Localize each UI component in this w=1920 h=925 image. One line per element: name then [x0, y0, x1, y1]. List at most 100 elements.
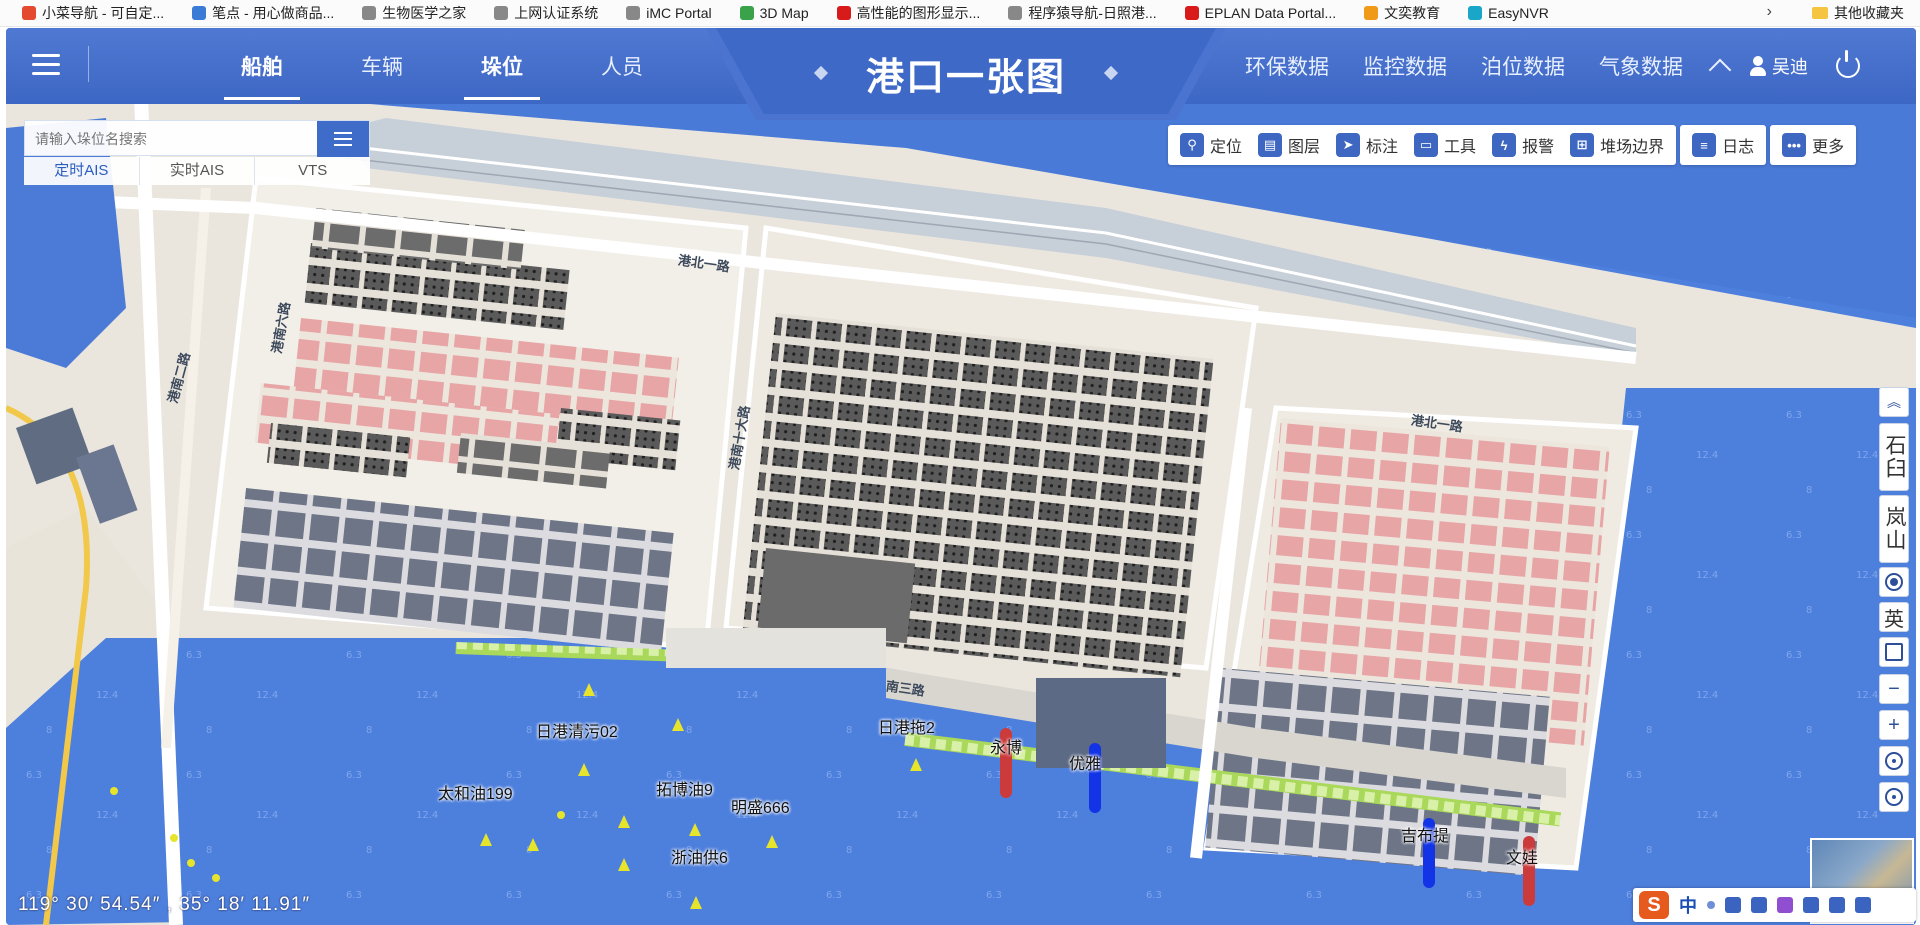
language-label: 英	[1884, 608, 1904, 631]
toolbar-group-log: ≡ 日志	[1680, 125, 1767, 165]
zoom-in-button[interactable]: +	[1879, 710, 1909, 740]
bookmark-item[interactable]: 笔点 - 用心做商品...	[192, 3, 334, 23]
tab-vts[interactable]: VTS	[255, 157, 370, 185]
tab-vessels[interactable]: 船舶	[202, 28, 322, 104]
chevron-up-icon[interactable]	[1708, 58, 1732, 82]
bookmark-label: 高性能的图形显示...	[856, 5, 981, 21]
annotate-icon: ➤	[1336, 133, 1361, 157]
game-icon[interactable]	[1803, 897, 1819, 913]
palette-button[interactable]	[1879, 567, 1909, 597]
bookmark-item[interactable]: 3D Map	[739, 5, 809, 21]
more-icon: •••	[1782, 133, 1807, 157]
layer-switch-button[interactable]	[1879, 637, 1909, 667]
vessel-label[interactable]: 吉布提	[1401, 822, 1449, 846]
eplan-icon	[1184, 6, 1199, 20]
bookmark-label: 上网认证系统	[514, 5, 599, 21]
punctuation-icon[interactable]	[1707, 901, 1715, 909]
bookmark-item[interactable]: 上网认证系统	[494, 3, 598, 23]
vessel-label[interactable]: 浙油供6	[671, 844, 728, 868]
bookmark-item[interactable]: 高性能的图形显示...	[836, 3, 981, 23]
nav-environment-data[interactable]: 环保数据	[1245, 51, 1329, 81]
more-label: 更多	[1812, 139, 1845, 156]
bookmark-item[interactable]: 生物医学之家	[362, 3, 466, 23]
more-button[interactable]: ••• 更多	[1774, 125, 1852, 165]
vessel-label[interactable]: 日港清污02	[536, 718, 618, 742]
ime-language[interactable]: 中	[1679, 892, 1697, 918]
district-lanshan-button[interactable]: 岚山	[1879, 495, 1909, 563]
layers-button[interactable]: ▤ 图层	[1250, 125, 1328, 165]
alarm-button[interactable]: ϟ 报警	[1484, 125, 1562, 165]
user-icon	[1750, 56, 1766, 76]
nav-monitoring-data[interactable]: 监控数据	[1363, 51, 1447, 81]
vessel-label[interactable]: 明盛666	[731, 794, 790, 818]
locate-me-button[interactable]	[1879, 782, 1909, 812]
district-shijiu-label: 石臼	[1883, 434, 1906, 480]
tools-button[interactable]: ▭ 工具	[1406, 125, 1484, 165]
bookmark-label: 笔点 - 用心做商品...	[212, 5, 335, 21]
log-button[interactable]: ≡ 日志	[1684, 125, 1762, 165]
pen-icon	[192, 6, 207, 20]
minus-icon: −	[1888, 677, 1900, 700]
record-button[interactable]	[1879, 746, 1909, 776]
annotate-button[interactable]: ➤ 标注	[1328, 125, 1406, 165]
layer-switch-icon	[1885, 643, 1903, 661]
bookmark-label: 程序猿导航-日照港...	[1028, 5, 1157, 21]
tab-vehicles[interactable]: 车辆	[322, 28, 442, 104]
alarm-icon: ϟ	[1492, 133, 1517, 157]
globe-icon	[739, 6, 754, 20]
abb-icon	[836, 6, 851, 20]
right-nav: 环保数据 监控数据 泊位数据 气象数据 吴迪	[1228, 28, 1860, 104]
hamburger-menu-icon[interactable]	[26, 44, 66, 84]
nvr-icon	[1468, 6, 1483, 20]
page-icon	[362, 6, 377, 20]
chevron-right-icon[interactable]: ›	[1767, 3, 1772, 21]
zoom-out-button[interactable]: −	[1879, 674, 1909, 704]
search-input[interactable]	[33, 125, 287, 153]
vessel-label[interactable]: 拓博油9	[656, 776, 713, 800]
vessel-label[interactable]: 日港拖2	[878, 714, 935, 738]
skin-icon[interactable]	[1777, 897, 1793, 913]
bookmark-item[interactable]: 程序猿导航-日照港...	[1008, 3, 1157, 23]
microphone-icon[interactable]	[1725, 897, 1741, 913]
annotate-label: 标注	[1366, 139, 1399, 156]
tab-personnel[interactable]: 人员	[562, 28, 682, 104]
user-menu[interactable]: 吴迪	[1750, 53, 1808, 79]
apps-icon[interactable]	[1829, 897, 1845, 913]
yard-boundary-button[interactable]: ⊞ 堆场边界	[1562, 125, 1672, 165]
vessel-label[interactable]: 永博	[990, 734, 1022, 758]
bookmark-label: EasyNVR	[1488, 5, 1549, 21]
vessel-label[interactable]: 优雅	[1069, 750, 1101, 774]
flower-icon	[22, 6, 36, 20]
bookmark-item[interactable]: EPLAN Data Portal...	[1184, 5, 1336, 21]
bookmark-item[interactable]: iMC Portal	[626, 5, 712, 21]
double-chevron-up-icon: ︽	[1887, 394, 1901, 410]
map-toolbar: ⚲ 定位 ▤ 图层 ➤ 标注 ▭ 工具 ϟ 报警 ⊞ 堆场边界 ≡ 日志 ••• 更多	[1168, 125, 1857, 165]
settings-icon[interactable]	[1855, 897, 1871, 913]
vessel-label[interactable]: 文娃	[1506, 844, 1538, 868]
top-header: 船舶 车辆 垛位 人员 港口一张图 环保数据 监控数据 泊位数据 气象数据 吴迪	[6, 28, 1916, 120]
nav-weather-data[interactable]: 气象数据	[1599, 51, 1683, 81]
bookmark-item[interactable]: EasyNVR	[1468, 5, 1549, 21]
nav-berth-data[interactable]: 泊位数据	[1481, 51, 1565, 81]
keyboard-icon[interactable]	[1751, 897, 1767, 913]
search-list-button[interactable]	[317, 121, 369, 157]
tab-realtime-ais[interactable]: 实时AIS	[140, 157, 256, 185]
tab-scheduled-ais[interactable]: 定时AIS	[24, 157, 140, 185]
bookmark-item[interactable]: 小菜导航 - 可自定...	[22, 3, 164, 23]
locate-label: 定位	[1210, 139, 1243, 156]
locate-button[interactable]: ⚲ 定位	[1172, 125, 1250, 165]
collapse-up-button[interactable]: ︽	[1879, 387, 1909, 417]
coordinate-readout: 119° 30′ 54.54″ , 35° 18′ 11.91″	[18, 894, 311, 915]
layers-label: 图层	[1288, 139, 1321, 156]
toolbar-group-main: ⚲ 定位 ▤ 图层 ➤ 标注 ▭ 工具 ϟ 报警 ⊞ 堆场边界	[1168, 125, 1677, 165]
sogou-logo-icon[interactable]: S	[1639, 891, 1669, 919]
toolbar-group-more: ••• 更多	[1770, 125, 1857, 165]
vessel-label[interactable]: 太和油199	[438, 780, 513, 804]
page-title: 港口一张图	[865, 57, 1066, 99]
language-button[interactable]: 英	[1879, 602, 1909, 632]
district-shijiu-button[interactable]: 石臼	[1879, 423, 1909, 491]
bookmark-item[interactable]: 文奕教育	[1364, 3, 1440, 23]
power-icon[interactable]	[1836, 50, 1860, 78]
other-bookmarks-folder[interactable]: 其他收藏夹	[1804, 0, 1920, 26]
tab-stacks[interactable]: 垛位	[442, 28, 562, 104]
